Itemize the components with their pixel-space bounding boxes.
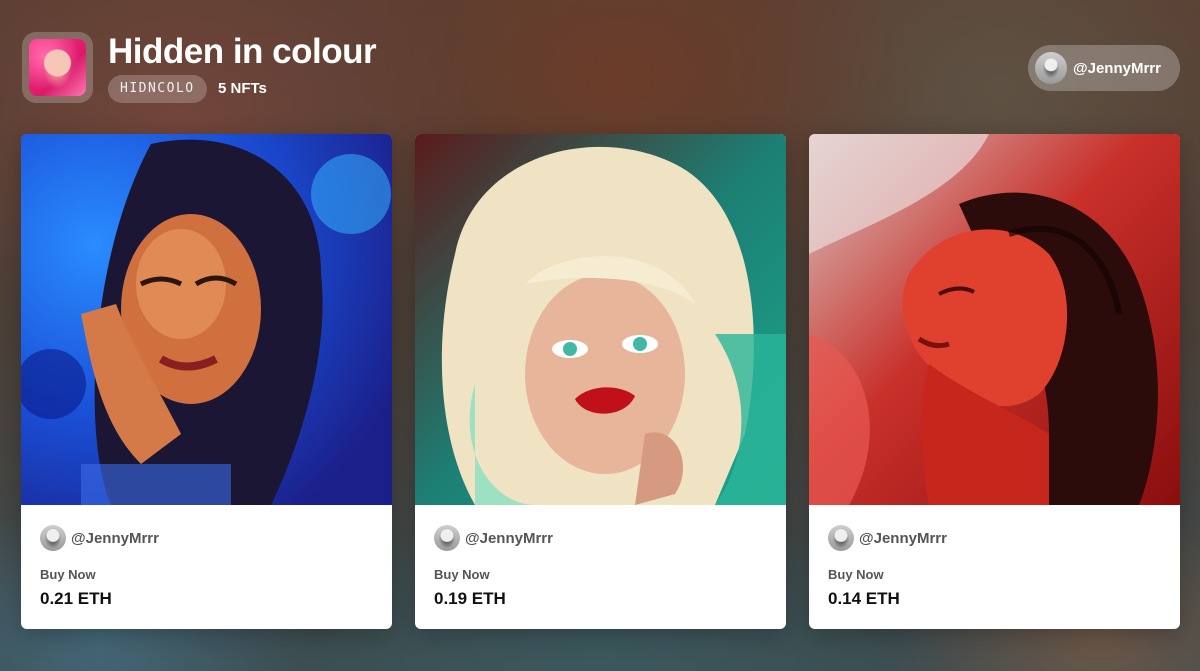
- price: 0.21 ETH: [40, 589, 112, 608]
- creator-avatar: [434, 525, 460, 551]
- nft-card[interactable]: @JennyMrrr Buy Now 0.21 ETH: [21, 134, 392, 629]
- buy-now-label: Buy Now: [40, 567, 96, 582]
- nft-card-footer: @JennyMrrr Buy Now 0.19 ETH: [415, 505, 786, 629]
- collection-avatar-image: [29, 39, 86, 96]
- account-handle: @JennyMrrr: [1073, 59, 1161, 77]
- user-avatar: [1035, 52, 1067, 84]
- nft-card-footer: @JennyMrrr Buy Now 0.14 ETH: [809, 505, 1180, 629]
- account-button[interactable]: @JennyMrrr: [1028, 45, 1180, 91]
- creator-handle: @JennyMrrr: [859, 529, 947, 547]
- buy-now-label: Buy Now: [434, 567, 490, 582]
- nft-artwork[interactable]: [21, 134, 392, 505]
- creator[interactable]: @JennyMrrr: [828, 524, 947, 552]
- collection-symbol-badge: HIDNCOLO: [108, 75, 207, 103]
- nft-count: 5 NFTs: [218, 80, 267, 97]
- creator[interactable]: @JennyMrrr: [40, 524, 159, 552]
- nft-artwork[interactable]: [809, 134, 1180, 505]
- creator-handle: @JennyMrrr: [71, 529, 159, 547]
- nft-grid: @JennyMrrr Buy Now 0.21 ETH @JennyMrrr B…: [21, 134, 1181, 629]
- creator[interactable]: @JennyMrrr: [434, 524, 553, 552]
- price: 0.14 ETH: [828, 589, 900, 608]
- creator-avatar: [40, 525, 66, 551]
- nft-artwork[interactable]: [415, 134, 786, 505]
- nft-card-footer: @JennyMrrr Buy Now 0.21 ETH: [21, 505, 392, 629]
- buy-now-label: Buy Now: [828, 567, 884, 582]
- nft-card[interactable]: @JennyMrrr Buy Now 0.19 ETH: [415, 134, 786, 629]
- collection-header: Hidden in colour HIDNCOLO 5 NFTs @JennyM…: [22, 32, 1180, 104]
- creator-avatar: [828, 525, 854, 551]
- nft-card[interactable]: @JennyMrrr Buy Now 0.14 ETH: [809, 134, 1180, 629]
- price: 0.19 ETH: [434, 589, 506, 608]
- collection-title: Hidden in colour: [108, 32, 377, 71]
- collection-avatar[interactable]: [22, 32, 93, 103]
- creator-handle: @JennyMrrr: [465, 529, 553, 547]
